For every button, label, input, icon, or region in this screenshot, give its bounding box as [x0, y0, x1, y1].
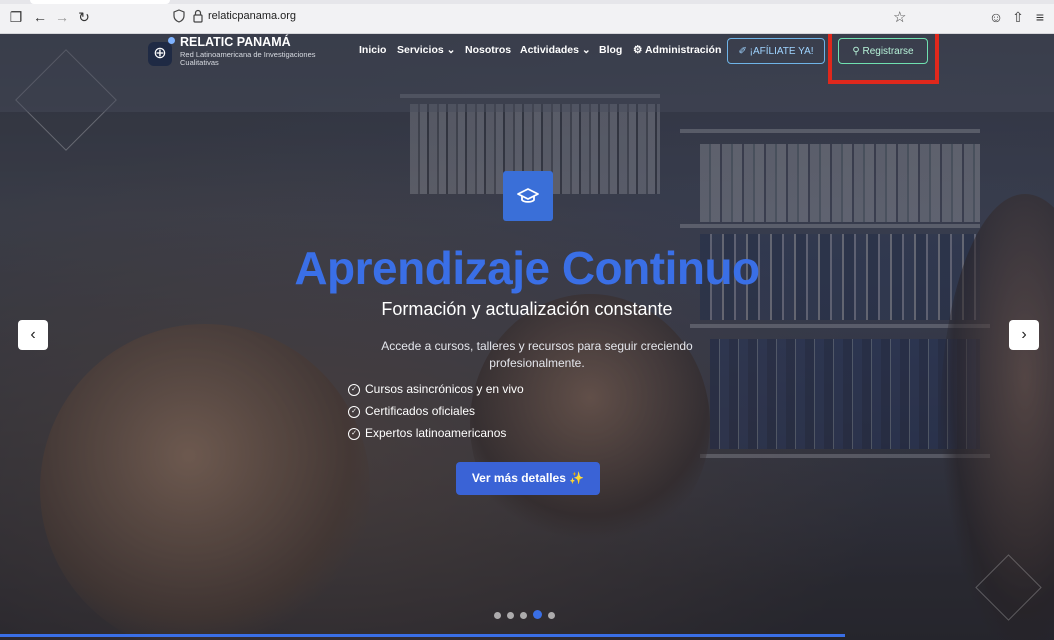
- brand-subtitle: Red Latinoamericana de Investigaciones C…: [180, 50, 316, 67]
- gear-icon: ⚙: [633, 44, 643, 56]
- lock-icon[interactable]: [191, 9, 205, 23]
- chevron-down-icon: ⌄: [446, 44, 456, 56]
- site-header: ⊕ RELATIC PANAMÁ Red Latinoamericana de …: [0, 34, 1054, 112]
- forward-icon[interactable]: →: [54, 9, 70, 25]
- hero-headline: Aprendizaje Continuo: [294, 242, 760, 294]
- afiliate-button[interactable]: ✐ ¡AFÍLIATE YA!: [727, 38, 825, 64]
- back-icon[interactable]: ←: [32, 9, 48, 25]
- nav-item-actividades[interactable]: Actividades ⌄: [520, 44, 591, 56]
- feature-item: ✓ Certificados oficiales: [348, 404, 475, 418]
- globe-icon[interactable]: ⊕: [148, 42, 172, 66]
- url-bar[interactable]: relaticpanama.org: [208, 10, 296, 22]
- brand-title[interactable]: RELATIC PANAMÁ: [180, 35, 291, 49]
- browser-toolbar: ❐ ← → ↻ relaticpanama.org ☆ ☺ ⇧ ≡: [0, 0, 1054, 34]
- nav-item-servicios[interactable]: Servicios ⌄: [397, 44, 455, 56]
- check-circle-icon: ✓: [348, 427, 360, 440]
- bookmark-star-icon[interactable]: ☆: [893, 8, 906, 26]
- nav-item-administracion[interactable]: ⚙ Administración: [633, 44, 721, 56]
- carousel-dot[interactable]: [533, 610, 542, 619]
- chevron-down-icon: ⌄: [581, 44, 591, 56]
- hero-section: ⊕ RELATIC PANAMÁ Red Latinoamericana de …: [0, 34, 1054, 640]
- share-icon[interactable]: ⇧: [1010, 9, 1026, 25]
- new-tab-icon[interactable]: ❐: [8, 9, 24, 25]
- nav-item-nosotros[interactable]: Nosotros: [465, 44, 511, 56]
- logo-dot: [168, 37, 175, 44]
- carousel-dot[interactable]: [494, 612, 501, 619]
- carousel-dots: [494, 606, 561, 624]
- check-circle-icon: ✓: [348, 405, 360, 418]
- rocket-icon: ✐: [738, 46, 747, 57]
- feature-item: ✓ Cursos asincrónicos y en vivo: [348, 382, 524, 396]
- check-circle-icon: ✓: [348, 383, 360, 396]
- hero-description: Accede a cursos, talleres y recursos par…: [381, 339, 693, 370]
- shield-icon[interactable]: [172, 9, 186, 23]
- progress-line: [0, 634, 845, 637]
- carousel-dot[interactable]: [548, 612, 555, 619]
- ver-mas-detalles-button[interactable]: Ver más detalles ✨: [456, 462, 600, 495]
- feature-item: ✓ Expertos latinoamericanos: [348, 426, 506, 440]
- carousel-prev-button[interactable]: ‹: [18, 320, 48, 350]
- carousel-next-button[interactable]: ›: [1009, 320, 1039, 350]
- active-tab[interactable]: [30, 0, 170, 4]
- reload-icon[interactable]: ↻: [76, 9, 92, 25]
- carousel-dot[interactable]: [520, 612, 527, 619]
- graduation-cap-icon: [503, 171, 553, 221]
- account-icon[interactable]: ☺: [988, 9, 1004, 25]
- nav-item-inicio[interactable]: Inicio: [359, 44, 386, 56]
- nav-item-blog[interactable]: Blog: [599, 44, 622, 56]
- carousel-dot[interactable]: [507, 612, 514, 619]
- highlight-box: [828, 34, 939, 84]
- hero-overlay: [0, 34, 1054, 640]
- hero-subheadline: Formación y actualización constante: [381, 299, 673, 319]
- menu-icon[interactable]: ≡: [1032, 9, 1048, 25]
